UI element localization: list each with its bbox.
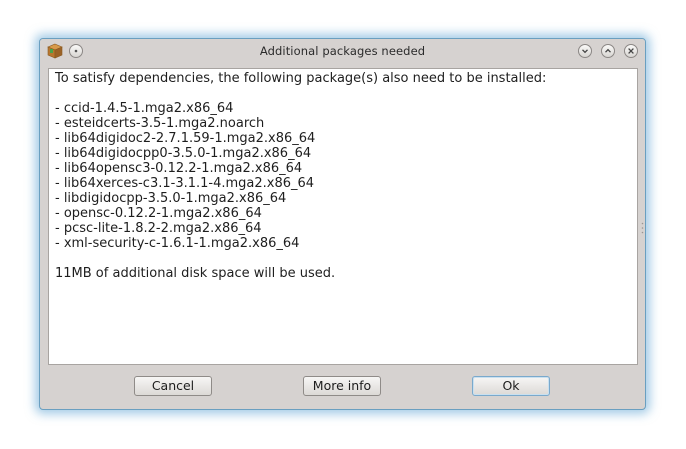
disk-space-text: 11MB of additional disk space will be us… bbox=[55, 266, 336, 281]
package-item: - lib64digidocpp0-3.5.0-1.mga2.x86_64 bbox=[55, 146, 312, 161]
more-info-button[interactable]: More info bbox=[303, 376, 381, 396]
close-icon[interactable] bbox=[624, 44, 638, 58]
dependency-intro-text: To satisfy dependencies, the following p… bbox=[55, 71, 547, 86]
resize-grip-icon[interactable] bbox=[641, 219, 644, 234]
package-item: - pcsc-lite-1.8.2-2.mga2.x86_64 bbox=[55, 221, 262, 236]
maximize-icon[interactable] bbox=[601, 44, 615, 58]
cancel-button[interactable]: Cancel bbox=[134, 376, 212, 396]
message-text-area: To satisfy dependencies, the following p… bbox=[48, 68, 638, 365]
package-item: - esteidcerts-3.5-1.mga2.noarch bbox=[55, 116, 265, 131]
minimize-icon[interactable] bbox=[578, 44, 592, 58]
package-item: - lib64opensc3-0.12.2-1.mga2.x86_64 bbox=[55, 161, 303, 176]
dialog-window: Additional packages needed To satisfy de… bbox=[39, 38, 646, 410]
window-title: Additional packages needed bbox=[259, 44, 426, 58]
package-list: - ccid-1.4.5-1.mga2.x86_64 - esteidcerts… bbox=[55, 101, 631, 251]
package-item: - lib64xerces-c3.1-3.1.1-4.mga2.x86_64 bbox=[55, 176, 315, 191]
package-item: - opensc-0.12.2-1.mga2.x86_64 bbox=[55, 206, 262, 221]
title-bar[interactable]: Additional packages needed bbox=[40, 39, 645, 64]
package-item: - lib64digidoc2-2.7.1.59-1.mga2.x86_64 bbox=[55, 131, 316, 146]
package-item: - xml-security-c-1.6.1-1.mga2.x86_64 bbox=[55, 236, 300, 251]
ok-button[interactable]: Ok bbox=[472, 376, 550, 396]
package-item: - ccid-1.4.5-1.mga2.x86_64 bbox=[55, 101, 234, 116]
package-item: - libdigidocpp-3.5.0-1.mga2.x86_64 bbox=[55, 191, 287, 206]
